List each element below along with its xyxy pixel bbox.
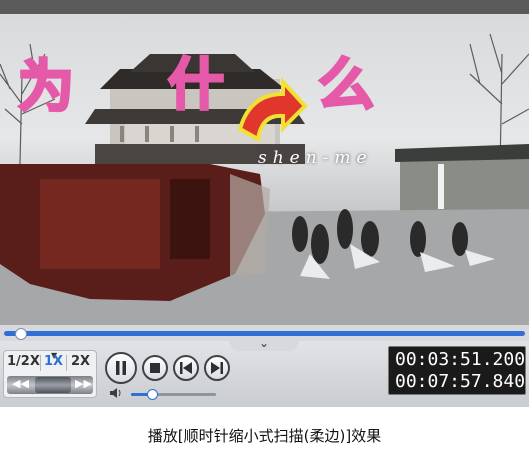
stop-icon	[150, 363, 160, 373]
speed-double-button[interactable]: 2X	[71, 354, 90, 369]
pause-button[interactable]	[105, 352, 137, 384]
fast-forward-icon[interactable]: ▶▶	[75, 377, 92, 390]
title-char-1: 为	[17, 55, 76, 120]
previous-button[interactable]	[173, 355, 199, 381]
collapse-tab[interactable]: ⌄	[229, 336, 299, 351]
previous-icon	[180, 362, 192, 374]
rewind-icon[interactable]: ◀◀	[12, 377, 29, 390]
speed-selector: 1/2X ▼ 1X 2X ◀◀ ▶▶	[3, 350, 97, 398]
next-button[interactable]	[204, 355, 230, 381]
total-time: 00:07:57.840	[395, 371, 526, 392]
speed-normal-button[interactable]: 1X	[44, 354, 63, 369]
video-frame[interactable]: 为 什 么 shen-me	[0, 14, 529, 325]
volume-thumb[interactable]	[147, 389, 158, 400]
volume-slider[interactable]	[131, 393, 216, 396]
next-icon	[211, 362, 223, 374]
volume-fill	[131, 393, 148, 396]
seek-shuttle[interactable]: ◀◀ ▶▶	[7, 376, 93, 394]
title-char-3: 么	[317, 53, 376, 118]
caption-text: 播放[顺时针缩小式扫描(柔边)]效果	[147, 427, 382, 445]
time-display: 00:03:51.200 00:07:57.840	[388, 346, 526, 395]
pause-icon	[116, 361, 126, 375]
building-right	[395, 144, 529, 214]
window-top-bar	[0, 0, 529, 14]
shuttle-knob[interactable]	[35, 377, 71, 393]
chevron-down-icon[interactable]: ⌄	[259, 336, 269, 350]
current-time: 00:03:51.200	[395, 349, 526, 370]
speaker-icon[interactable]	[109, 387, 123, 399]
video-scene	[0, 33, 529, 325]
speed-divider	[66, 355, 67, 371]
pinyin-subtitle: shen-me	[258, 148, 373, 168]
title-char-2: 什	[167, 53, 226, 118]
speed-divider	[40, 355, 41, 371]
speed-half-button[interactable]: 1/2X	[7, 354, 40, 369]
progress-thumb[interactable]	[15, 328, 27, 340]
stop-button[interactable]	[142, 355, 168, 381]
